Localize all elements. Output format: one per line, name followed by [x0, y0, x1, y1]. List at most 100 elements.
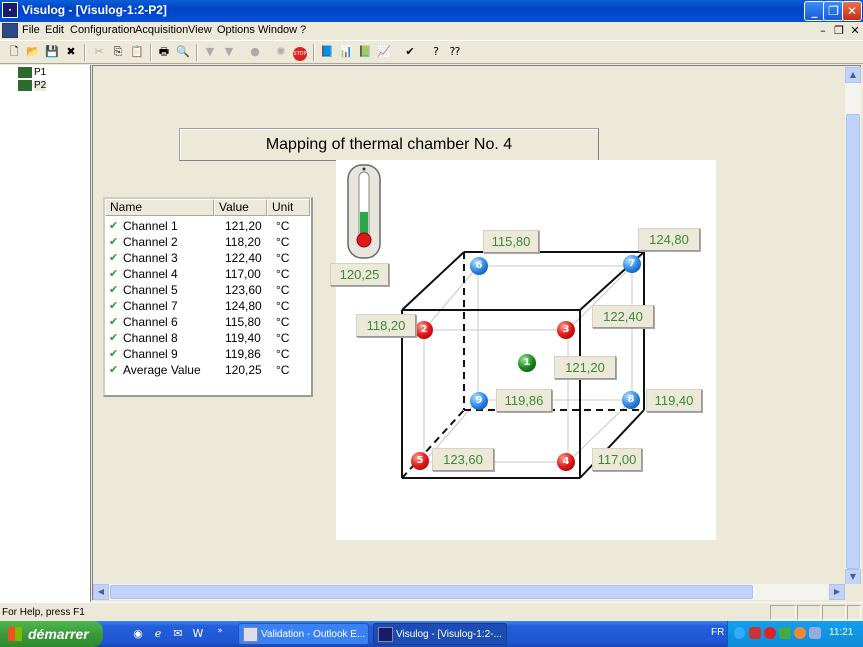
- copy-icon[interactable]: ⎘: [109, 43, 127, 61]
- messenger-icon[interactable]: [794, 627, 806, 639]
- print-icon[interactable]: 🖶: [155, 43, 173, 61]
- graph-icon[interactable]: 📊: [337, 43, 355, 61]
- channel-value: 124,80: [225, 299, 262, 313]
- help-icon[interactable]: ?: [427, 43, 445, 61]
- list-item[interactable]: ✔ Channel 5 123,60 °C: [105, 282, 311, 298]
- context-help-icon[interactable]: ⁇: [446, 43, 464, 61]
- record-icon[interactable]: ●: [246, 43, 264, 61]
- new-file-icon[interactable]: 🗋: [5, 43, 23, 61]
- probe-2[interactable]: 2: [415, 321, 433, 339]
- list-item[interactable]: ✔ Channel 6 115,80 °C: [105, 314, 311, 330]
- antivirus-icon[interactable]: [749, 627, 761, 639]
- column-header-value[interactable]: Value: [214, 199, 267, 216]
- document-icon[interactable]: [2, 23, 18, 38]
- quicklaunch-more-icon[interactable]: »: [212, 623, 228, 639]
- save-icon[interactable]: 💾: [43, 43, 61, 61]
- channel-value: 119,86: [225, 347, 261, 361]
- app-icon[interactable]: ▪: [2, 2, 18, 18]
- menu-window[interactable]: Window: [258, 24, 297, 36]
- channel-name: Channel 8: [123, 331, 178, 345]
- probe-value-4: 117,00: [592, 448, 642, 471]
- horizontal-scroll-thumb[interactable]: [110, 585, 753, 599]
- taskbar-item-outlook[interactable]: Validation - Outlook E...: [238, 623, 369, 645]
- close-document-icon[interactable]: ✖: [62, 43, 80, 61]
- list-item[interactable]: ✔ Channel 7 124,80 °C: [105, 298, 311, 314]
- list-item[interactable]: ✔ Channel 1 121,20 °C: [105, 218, 311, 234]
- toolbar-separator: [313, 44, 315, 61]
- column-header-unit[interactable]: Unit: [267, 199, 310, 216]
- probe-6[interactable]: 6: [470, 257, 488, 275]
- scroll-up-icon[interactable]: ▲: [845, 67, 861, 83]
- cut-icon[interactable]: ✂: [90, 43, 108, 61]
- start-icon[interactable]: ✺: [272, 43, 290, 61]
- tree-item-p2[interactable]: P2: [18, 80, 47, 92]
- menu-configuration[interactable]: Configuration: [70, 24, 135, 36]
- channel-value: 119,40: [225, 331, 261, 345]
- desktop-icon[interactable]: ◉: [130, 626, 146, 642]
- visulog-icon: [378, 627, 393, 642]
- acquisition-icon[interactable]: ▼: [201, 43, 219, 61]
- channel-unit: °C: [276, 235, 290, 249]
- print-preview-icon[interactable]: 🔍: [174, 43, 192, 61]
- menu-edit[interactable]: Edit: [45, 24, 64, 36]
- toolbar-separator: [150, 44, 152, 61]
- probe-3[interactable]: 3: [557, 321, 575, 339]
- table-icon[interactable]: 📗: [356, 43, 374, 61]
- restore-button[interactable]: ❐: [823, 1, 844, 21]
- taskbar-item-visulog[interactable]: Visulog - [Visulog-1:2-...: [373, 623, 507, 645]
- checkmark-icon: ✔: [109, 251, 119, 264]
- channel-name: Channel 6: [123, 315, 178, 329]
- column-header-name[interactable]: Name: [105, 199, 214, 216]
- start-button[interactable]: démarrer: [0, 621, 103, 647]
- probe-8[interactable]: 8: [622, 391, 640, 409]
- update-icon[interactable]: [779, 627, 791, 639]
- mdi-close-button[interactable]: ✕: [848, 24, 862, 37]
- curve-icon[interactable]: 📈: [375, 43, 393, 61]
- outlook-icon[interactable]: ✉: [170, 626, 186, 642]
- list-item[interactable]: ✔ Channel 2 118,20 °C: [105, 234, 311, 250]
- list-item[interactable]: ✔ Channel 8 119,40 °C: [105, 330, 311, 346]
- vertical-scrollbar[interactable]: ▲ ▼: [845, 67, 861, 585]
- probe-5[interactable]: 5: [411, 452, 429, 470]
- channel-unit: °C: [276, 331, 290, 345]
- probe-1[interactable]: 1: [518, 354, 536, 372]
- mdi-restore-button[interactable]: ❐: [832, 24, 846, 37]
- list-item[interactable]: ✔ Channel 9 119,86 °C: [105, 346, 311, 362]
- connection-icon[interactable]: [809, 627, 821, 639]
- close-button[interactable]: ✕: [842, 1, 862, 21]
- menu-view[interactable]: View: [188, 24, 212, 36]
- channel-value: 121,20: [225, 219, 262, 233]
- calibration-icon[interactable]: ✔: [401, 43, 419, 61]
- list-item[interactable]: ✔ Channel 3 122,40 °C: [105, 250, 311, 266]
- horizontal-scrollbar[interactable]: ◀ ▶: [93, 584, 845, 600]
- probe-9[interactable]: 9: [470, 392, 488, 410]
- acquisition-settings-icon[interactable]: ▼: [220, 43, 238, 61]
- open-folder-icon[interactable]: 📂: [24, 43, 42, 61]
- security-icon[interactable]: [764, 627, 776, 639]
- vertical-scroll-thumb[interactable]: [846, 114, 860, 569]
- mdi-minimize-button[interactable]: –: [816, 24, 830, 37]
- probe-7[interactable]: 7: [623, 255, 641, 273]
- paste-icon[interactable]: 📋: [128, 43, 146, 61]
- start-label: démarrer: [28, 626, 89, 642]
- menu-acquisition[interactable]: Acquisition: [135, 24, 188, 36]
- menu-options[interactable]: Options: [217, 24, 255, 36]
- book-icon[interactable]: 📘: [318, 43, 336, 61]
- scroll-down-icon[interactable]: ▼: [845, 569, 861, 585]
- menu-file[interactable]: File: [22, 24, 40, 36]
- menu-help[interactable]: ?: [300, 24, 306, 36]
- list-item[interactable]: ✔ Average Value 120,25 °C: [105, 362, 311, 378]
- scroll-left-icon[interactable]: ◀: [93, 584, 109, 600]
- windows-flag-icon: [8, 627, 22, 641]
- list-item[interactable]: ✔ Channel 4 117,00 °C: [105, 266, 311, 282]
- language-indicator[interactable]: FR: [711, 627, 724, 638]
- probe-4[interactable]: 4: [557, 453, 575, 471]
- word-icon[interactable]: W: [190, 626, 206, 642]
- scroll-right-icon[interactable]: ▶: [829, 584, 845, 600]
- tree-item-p1[interactable]: P1: [18, 67, 46, 79]
- stop-icon[interactable]: STOP: [291, 43, 309, 61]
- network-icon[interactable]: [734, 627, 745, 639]
- internet-explorer-icon[interactable]: ℯ: [150, 626, 166, 642]
- minimize-button[interactable]: _: [804, 1, 825, 21]
- title-bar[interactable]: ▪ Visulog - [Visulog-1:2-P2] _ ❐ ✕: [0, 0, 863, 22]
